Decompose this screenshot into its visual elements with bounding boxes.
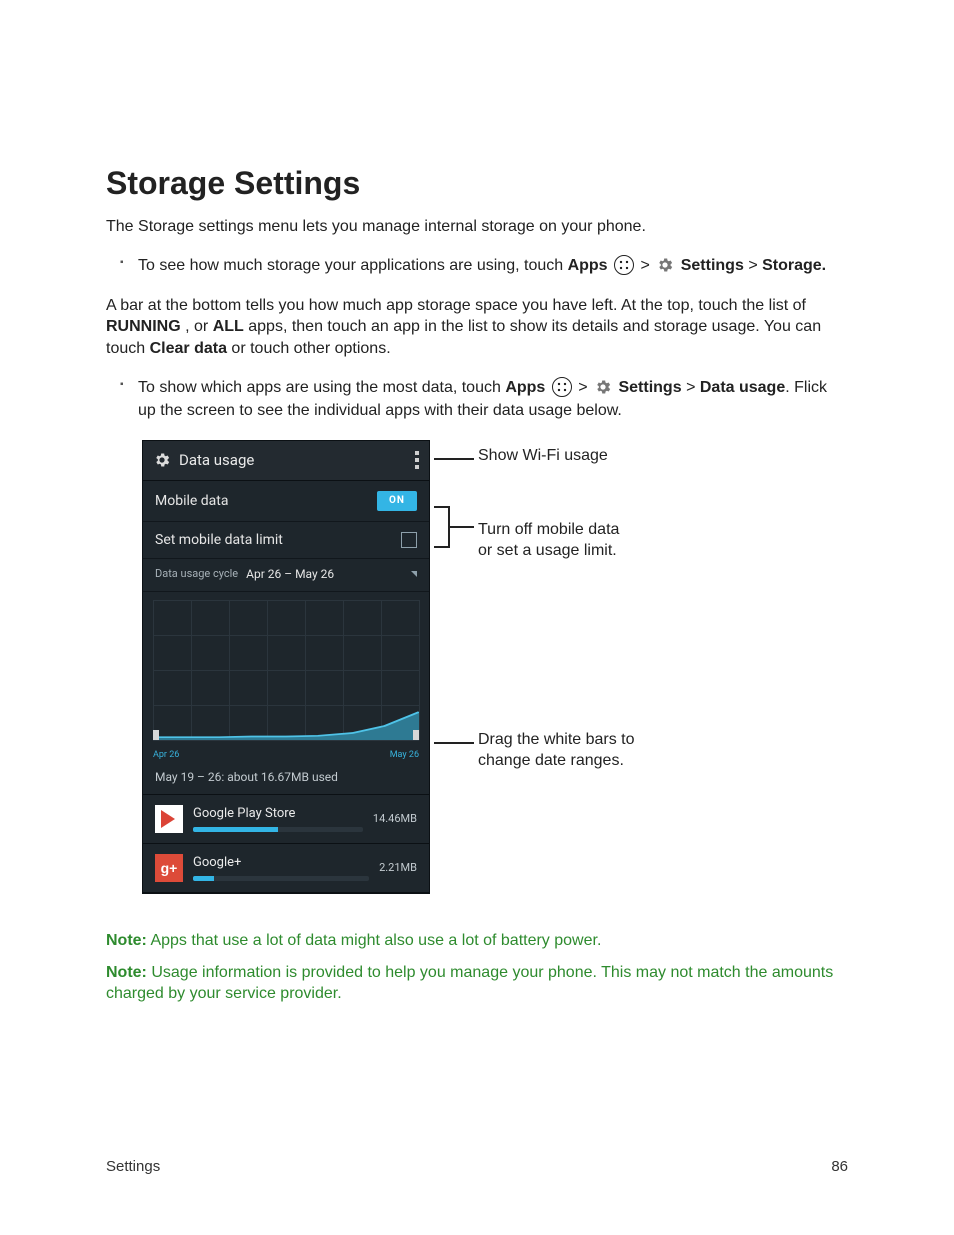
bullet-storage: To see how much storage your application…: [138, 254, 848, 277]
settings-bold: Settings: [681, 257, 744, 274]
datausage-bold: Data usage: [700, 379, 785, 396]
callout-text: or set a usage limit.: [478, 542, 617, 559]
app-value: 14.46MB: [373, 812, 417, 825]
callout-wifi: Show Wi-Fi usage: [478, 446, 608, 467]
usage-bar: [193, 827, 278, 832]
x-start: Apr 26: [153, 750, 179, 760]
usage-summary: May 19 – 26: about 16.67MB used: [143, 762, 429, 795]
set-limit-checkbox[interactable]: [401, 532, 417, 548]
set-limit-row[interactable]: Set mobile data limit: [143, 522, 429, 559]
app-name: Google+: [193, 855, 369, 870]
intro-paragraph: The Storage settings menu lets you manag…: [106, 216, 848, 238]
chart-x-labels: Apr 26 May 26: [153, 750, 419, 760]
apps-grid-icon: [552, 377, 572, 397]
dropdown-indicator-icon: [411, 571, 417, 577]
text: or touch other options.: [231, 340, 390, 357]
all-bold: ALL: [213, 318, 244, 335]
gear-icon: [594, 378, 612, 396]
mobile-data-label: Mobile data: [155, 493, 228, 509]
cycle-row[interactable]: Data usage cycle Apr 26 – May 26: [143, 559, 429, 592]
settings-bold: Settings: [618, 379, 681, 396]
text: A bar at the bottom tells you how much a…: [106, 297, 806, 314]
range-handle-left[interactable]: [153, 730, 159, 740]
footer-page-number: 86: [831, 1158, 848, 1175]
gt: >: [640, 257, 649, 274]
callout-text: Drag the white bars to: [478, 731, 635, 748]
note-label: Note:: [106, 964, 147, 981]
gt: >: [578, 379, 587, 396]
set-limit-label: Set mobile data limit: [155, 532, 283, 548]
callout-limit: Turn off mobile data or set a usage limi…: [478, 520, 619, 562]
note-text: Apps that use a lot of data might also u…: [147, 932, 602, 949]
mobile-data-row: Mobile data ON: [143, 481, 429, 522]
gt: >: [686, 379, 695, 396]
figure: Data usage Mobile data ON Set mobile dat…: [142, 440, 848, 900]
x-end: May 26: [390, 750, 419, 760]
footer-section: Settings: [106, 1158, 160, 1175]
app-name: Google Play Store: [193, 806, 363, 821]
gt: >: [748, 257, 757, 274]
overflow-menu-icon[interactable]: [415, 451, 419, 469]
callout-text: Turn off mobile data: [478, 521, 619, 538]
text: , or: [185, 318, 213, 335]
cleardata-bold: Clear data: [150, 340, 227, 357]
usage-chart[interactable]: Apr 26 May 26: [143, 592, 429, 762]
callout-drag: Drag the white bars to change date range…: [478, 730, 635, 772]
note-2: Note: Usage information is provided to h…: [106, 962, 848, 1005]
screen-header: Data usage: [143, 441, 429, 481]
callout-text: Show Wi-Fi usage: [478, 447, 608, 464]
text: To show which apps are using the most da…: [138, 379, 505, 396]
middle-paragraph: A bar at the bottom tells you how much a…: [106, 295, 848, 360]
usage-bar: [193, 876, 214, 881]
play-store-icon: [155, 805, 183, 833]
running-bold: RUNNING: [106, 318, 181, 335]
gear-icon: [153, 451, 171, 469]
page-footer: Settings 86: [106, 1158, 848, 1175]
app-row-google-plus[interactable]: g+ Google+ 2.21MB: [143, 844, 429, 893]
callout-text: change date ranges.: [478, 752, 624, 769]
text: To see how much storage your application…: [138, 257, 568, 274]
chart-area: [153, 600, 419, 740]
screen-title: Data usage: [179, 451, 415, 469]
bullet-datausage: To show which apps are using the most da…: [138, 376, 848, 422]
apps-bold: Apps: [568, 257, 608, 274]
page-title: Storage Settings: [106, 165, 848, 202]
cycle-caption: Data usage cycle: [155, 567, 238, 580]
google-plus-icon: g+: [155, 854, 183, 882]
phone-screenshot: Data usage Mobile data ON Set mobile dat…: [142, 440, 430, 894]
note-text: Usage information is provided to help yo…: [106, 964, 833, 1003]
note-label: Note:: [106, 932, 147, 949]
gear-icon: [656, 256, 674, 274]
mobile-data-toggle[interactable]: ON: [377, 491, 417, 511]
cycle-range: Apr 26 – May 26: [246, 567, 334, 581]
apps-grid-icon: [614, 255, 634, 275]
note-1: Note: Apps that use a lot of data might …: [106, 930, 848, 952]
app-value: 2.21MB: [379, 861, 417, 874]
app-row-play-store[interactable]: Google Play Store 14.46MB: [143, 795, 429, 844]
range-handle-right[interactable]: [413, 730, 419, 740]
storage-bold: Storage.: [762, 257, 826, 274]
apps-bold: Apps: [505, 379, 545, 396]
